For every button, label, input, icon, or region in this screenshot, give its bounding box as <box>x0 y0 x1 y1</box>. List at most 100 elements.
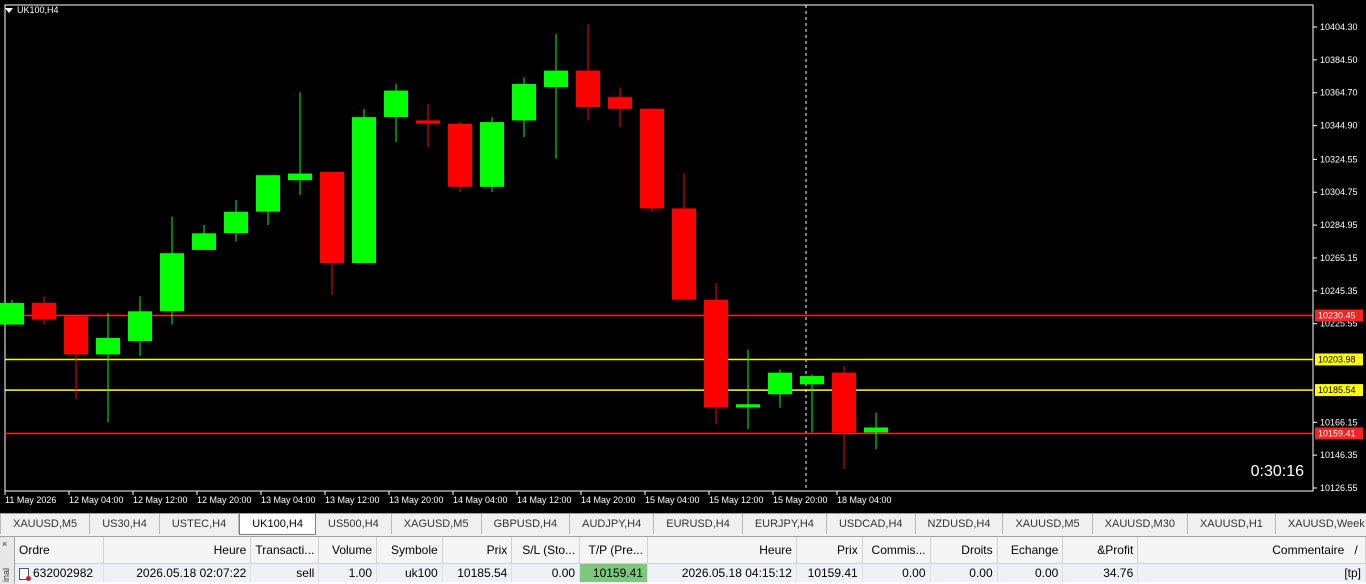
table-row[interactable]: 632002982 2026.05.18 02:07:22 sell 1.00 … <box>15 563 1366 582</box>
column-header-exchange[interactable]: Echange <box>997 537 1064 564</box>
cell-sl[interactable]: 0.00 <box>511 563 581 582</box>
column-header-profit[interactable]: &Profit <box>1062 537 1139 564</box>
dropdown-caret-icon[interactable] <box>5 7 13 13</box>
price-tick-label: 10245.35 <box>1320 286 1358 296</box>
candle-body <box>320 171 344 264</box>
candle-body <box>224 211 248 234</box>
tab-audjpy-h4[interactable]: AUDJPY,H4 <box>570 514 655 534</box>
cell-price-current[interactable]: 10159.41 <box>796 563 863 582</box>
cell-profit[interactable]: 34.76 <box>1062 563 1139 582</box>
column-header-price-open[interactable]: Prix <box>442 537 513 564</box>
column-header-price-current[interactable]: Prix <box>796 537 863 564</box>
column-header-time-current[interactable]: Heure <box>647 537 797 564</box>
tab-us500-h4[interactable]: US500,H4 <box>316 514 392 534</box>
price-tick-label: 10344.90 <box>1320 121 1358 131</box>
candle-body <box>288 173 312 181</box>
price-level-tag-label: 10159.41 <box>1318 428 1356 438</box>
candle-body <box>800 376 824 385</box>
time-tick-label: 14 May 12:00 <box>517 495 572 505</box>
candle-body <box>160 253 184 312</box>
tab-xauusd-h1[interactable]: XAUUSD,H1 <box>1188 514 1276 534</box>
candle-body <box>64 316 88 355</box>
time-tick-label: 12 May 20:00 <box>197 495 252 505</box>
order-icon <box>19 567 31 581</box>
candle-body <box>96 337 120 355</box>
cell-order[interactable]: 632002982 <box>15 563 105 582</box>
candle-body <box>736 404 760 408</box>
column-header-time-open[interactable]: Heure <box>103 537 252 564</box>
tab-xauusd-week[interactable]: XAUUSD,Week <box>1276 514 1366 534</box>
tab-xauusd-m30[interactable]: XAUUSD,M30 <box>1093 514 1188 534</box>
time-tick-label: 13 May 04:00 <box>261 495 316 505</box>
cell-time-open[interactable]: 2026.05.18 02:07:22 <box>103 563 252 582</box>
close-icon[interactable]: × <box>2 539 7 549</box>
column-header-rights[interactable]: Droits <box>930 537 998 564</box>
tab-gbpusd-h4[interactable]: GBPUSD,H4 <box>482 514 571 534</box>
candlestick-chart[interactable]: 10404.30 10384.50 10364.70 10344.90 10324.55… <box>0 0 1366 513</box>
terminal-panel: × inal Ordre Heure Transacti... Volume S… <box>0 536 1366 584</box>
time-tick-label: 15 May 04:00 <box>645 495 700 505</box>
cell-rights[interactable]: 0.00 <box>930 563 998 582</box>
sort-mark: / <box>1354 543 1358 557</box>
candle-body <box>864 427 888 433</box>
candle-body <box>672 208 696 300</box>
column-header-tp[interactable]: T/P (Pre... <box>579 537 648 564</box>
column-header-commission[interactable]: Commis... <box>862 537 931 564</box>
candle-body <box>416 120 440 124</box>
comment-header-text: Commentaire <box>1272 543 1345 557</box>
price-tick-label: 10304.75 <box>1320 187 1358 197</box>
order-number: 632002982 <box>33 566 94 580</box>
candle-body <box>704 299 728 408</box>
column-header-order[interactable]: Ordre <box>15 537 105 564</box>
symbol-label-text: UK100,H4 <box>17 5 59 15</box>
time-tick-label: 18 May 04:00 <box>837 495 892 505</box>
price-tick-label: 10404.30 <box>1320 22 1358 32</box>
cell-type[interactable]: sell <box>250 563 320 582</box>
time-tick-label: 12 May 12:00 <box>133 495 188 505</box>
tab-xagusd-m5[interactable]: XAGUSD,M5 <box>392 514 482 534</box>
tab-nzdusd-h4[interactable]: NZDUSD,H4 <box>916 514 1004 534</box>
tab-ustec-h4[interactable]: USTEC,H4 <box>160 514 240 534</box>
candle-body <box>256 175 280 212</box>
candle-body <box>576 70 600 108</box>
time-tick-label: 11 May 2026 <box>5 495 56 505</box>
column-header-symbol[interactable]: Symbole <box>376 537 443 564</box>
cell-tp[interactable]: 10159.41 <box>579 563 648 582</box>
time-tick-label: 14 May 20:00 <box>581 495 636 505</box>
chart-symbol-label[interactable]: UK100,H4 <box>5 5 59 15</box>
candle-body <box>832 372 856 433</box>
candle-body <box>512 83 536 121</box>
candle-body <box>480 122 504 187</box>
tab-usdcad-h4[interactable]: USDCAD,H4 <box>827 514 916 534</box>
candle-body <box>0 303 24 325</box>
tab-us30-h4[interactable]: US30,H4 <box>90 514 160 534</box>
cell-comment[interactable]: [tp] <box>1137 563 1366 582</box>
bar-countdown-timer: 0:30:16 <box>1250 463 1304 480</box>
column-header-sl[interactable]: S/L (Sto... <box>511 537 581 564</box>
price-level-tag-label: 10203.98 <box>1318 354 1356 364</box>
price-tick-label: 10384.50 <box>1320 55 1358 65</box>
price-tick-label: 10324.55 <box>1320 154 1358 164</box>
price-tick-label: 10284.95 <box>1320 220 1358 230</box>
time-tick-label: 14 May 04:00 <box>453 495 508 505</box>
chart-window[interactable]: 10404.30 10384.50 10364.70 10344.90 10324.55… <box>0 0 1366 513</box>
candle-body <box>544 70 568 88</box>
cell-price-open[interactable]: 10185.54 <box>442 563 513 582</box>
time-tick-label: 15 May 12:00 <box>709 495 764 505</box>
column-header-type[interactable]: Transacti... <box>250 537 320 564</box>
column-header-comment[interactable]: Commentaire / <box>1137 537 1366 564</box>
tab-eurusd-h4[interactable]: EURUSD,H4 <box>654 514 743 534</box>
time-tick-label: 13 May 20:00 <box>389 495 444 505</box>
tab-xauusd-m5[interactable]: XAUUSD,M5 <box>1 514 91 534</box>
cell-exchange[interactable]: 0.00 <box>997 563 1064 582</box>
tab-eurjpy-h4[interactable]: EURJPY,H4 <box>743 514 827 534</box>
price-tick-label: 10265.15 <box>1320 253 1358 263</box>
time-tick-label: 15 May 20:00 <box>773 495 828 505</box>
cell-symbol[interactable]: uk100 <box>376 563 443 582</box>
column-header-volume[interactable]: Volume <box>318 537 378 564</box>
cell-commission[interactable]: 0.00 <box>862 563 931 582</box>
tab-uk100-h4[interactable]: UK100,H4 <box>239 514 316 535</box>
cell-volume[interactable]: 1.00 <box>318 563 378 582</box>
tab-xauusd-m5[interactable]: XAUUSD,M5 <box>1003 514 1093 534</box>
cell-time-current[interactable]: 2026.05.18 04:15:12 <box>647 563 797 582</box>
